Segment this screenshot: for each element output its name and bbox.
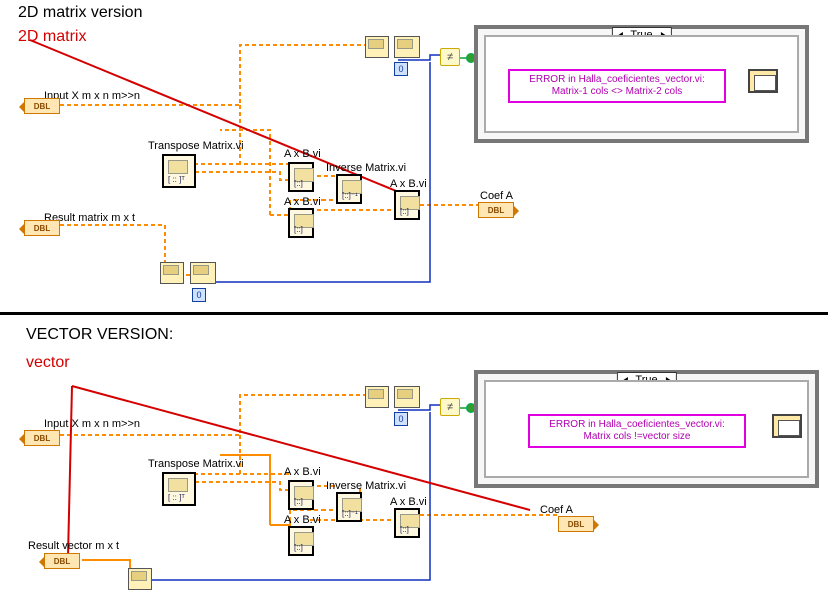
- section-divider: [0, 312, 828, 315]
- zero-constant-v[interactable]: 0: [394, 412, 408, 426]
- error-line2-v: Matrix cols !=vector size: [536, 431, 738, 443]
- section-title: 2D matrix version: [18, 4, 142, 22]
- input-x-terminal[interactable]: DBL: [24, 98, 60, 114]
- axb2-vi[interactable]: [::]: [288, 208, 314, 238]
- axb3-vi[interactable]: [::]: [394, 190, 420, 220]
- case-frame-v: ERROR in Halla_coeficientes_vector.vi: M…: [484, 380, 809, 478]
- coef-a-label: Coef A: [480, 190, 513, 202]
- not-equal-icon[interactable]: ≠: [440, 48, 460, 66]
- result-vector-terminal[interactable]: DBL: [44, 553, 80, 569]
- result-matrix-terminal[interactable]: DBL: [24, 220, 60, 236]
- result-vector-label: Result vector m x t: [28, 540, 119, 552]
- inverse-label-v: Inverse Matrix.vi: [326, 480, 406, 492]
- zero-constant-1[interactable]: 0: [394, 62, 408, 76]
- axb3-vi-v[interactable]: [::]: [394, 508, 420, 538]
- inverse-matrix-vi-v[interactable]: [::]⁻¹: [336, 492, 362, 522]
- terminal-text: DBL: [34, 224, 50, 233]
- coef-a-terminal-v[interactable]: DBL: [558, 516, 594, 532]
- array-size-icon[interactable]: [365, 36, 389, 58]
- terminal-text: DBL: [568, 520, 584, 529]
- axb3-label-v: A x B.vi: [390, 496, 427, 508]
- array-size-icon-2[interactable]: [160, 262, 184, 284]
- transpose-label-v: Transpose Matrix.vi: [148, 458, 244, 470]
- not-equal-icon-v[interactable]: ≠: [440, 398, 460, 416]
- axb3-label: A x B.vi: [390, 178, 427, 190]
- terminal-text: DBL: [34, 434, 50, 443]
- axb1-vi[interactable]: [::]: [288, 162, 314, 192]
- axb2-label-v: A x B.vi: [284, 514, 321, 526]
- one-button-dialog-icon-v[interactable]: [772, 414, 802, 438]
- case-structure[interactable]: True ERROR in Halla_coeficientes_vector.…: [474, 25, 809, 143]
- red-annotation-vector: vector: [26, 354, 70, 372]
- zero-constant-2[interactable]: 0: [192, 288, 206, 302]
- section-title-vector: VECTOR VERSION:: [26, 326, 173, 344]
- coef-a-terminal[interactable]: DBL: [478, 202, 514, 218]
- inverse-matrix-vi[interactable]: [::]⁻¹: [336, 174, 362, 204]
- input-x-label-v: Input X m x n m>>n: [44, 418, 140, 430]
- terminal-text: DBL: [34, 102, 50, 111]
- input-x-terminal-v[interactable]: DBL: [24, 430, 60, 446]
- section-vector: VECTOR VERSION: vector Input X m x n m>>…: [0, 318, 828, 606]
- axb1-vi-v[interactable]: [::]: [288, 480, 314, 510]
- axb2-label: A x B.vi: [284, 196, 321, 208]
- error-string-constant[interactable]: ERROR in Halla_coeficientes_vector.vi: M…: [508, 69, 726, 103]
- array-size-icon-v2[interactable]: [128, 568, 152, 590]
- case-frame: ERROR in Halla_coeficientes_vector.vi: M…: [484, 35, 799, 133]
- axb1-label-v: A x B.vi: [284, 466, 321, 478]
- axb1-label: A x B.vi: [284, 148, 321, 160]
- red-annotation-2d: 2D matrix: [18, 28, 86, 46]
- inverse-label: Inverse Matrix.vi: [326, 162, 406, 174]
- terminal-text: DBL: [488, 206, 504, 215]
- error-line1-v: ERROR in Halla_coeficientes_vector.vi:: [536, 419, 738, 431]
- terminal-text: DBL: [54, 557, 70, 566]
- axb2-vi-v[interactable]: [::]: [288, 526, 314, 556]
- section-2d-matrix: 2D matrix version 2D matrix Input X m x …: [0, 0, 828, 312]
- case-structure-v[interactable]: True ERROR in Halla_coeficientes_vector.…: [474, 370, 819, 488]
- error-line1: ERROR in Halla_coeficientes_vector.vi:: [516, 74, 718, 86]
- transpose-matrix-vi[interactable]: [ :: ]ᵀ: [162, 154, 196, 188]
- transpose-label: Transpose Matrix.vi: [148, 140, 244, 152]
- transpose-matrix-vi-v[interactable]: [ :: ]ᵀ: [162, 472, 196, 506]
- error-line2: Matrix-1 cols <> Matrix-2 cols: [516, 86, 718, 98]
- array-size-icon-v[interactable]: [365, 386, 389, 408]
- index-array-icon-v[interactable]: [394, 386, 420, 408]
- coef-a-label-v: Coef A: [540, 504, 573, 516]
- index-array-icon[interactable]: [394, 36, 420, 58]
- error-string-constant-v[interactable]: ERROR in Halla_coeficientes_vector.vi: M…: [528, 414, 746, 448]
- index-array-icon-2[interactable]: [190, 262, 216, 284]
- one-button-dialog-icon[interactable]: [748, 69, 778, 93]
